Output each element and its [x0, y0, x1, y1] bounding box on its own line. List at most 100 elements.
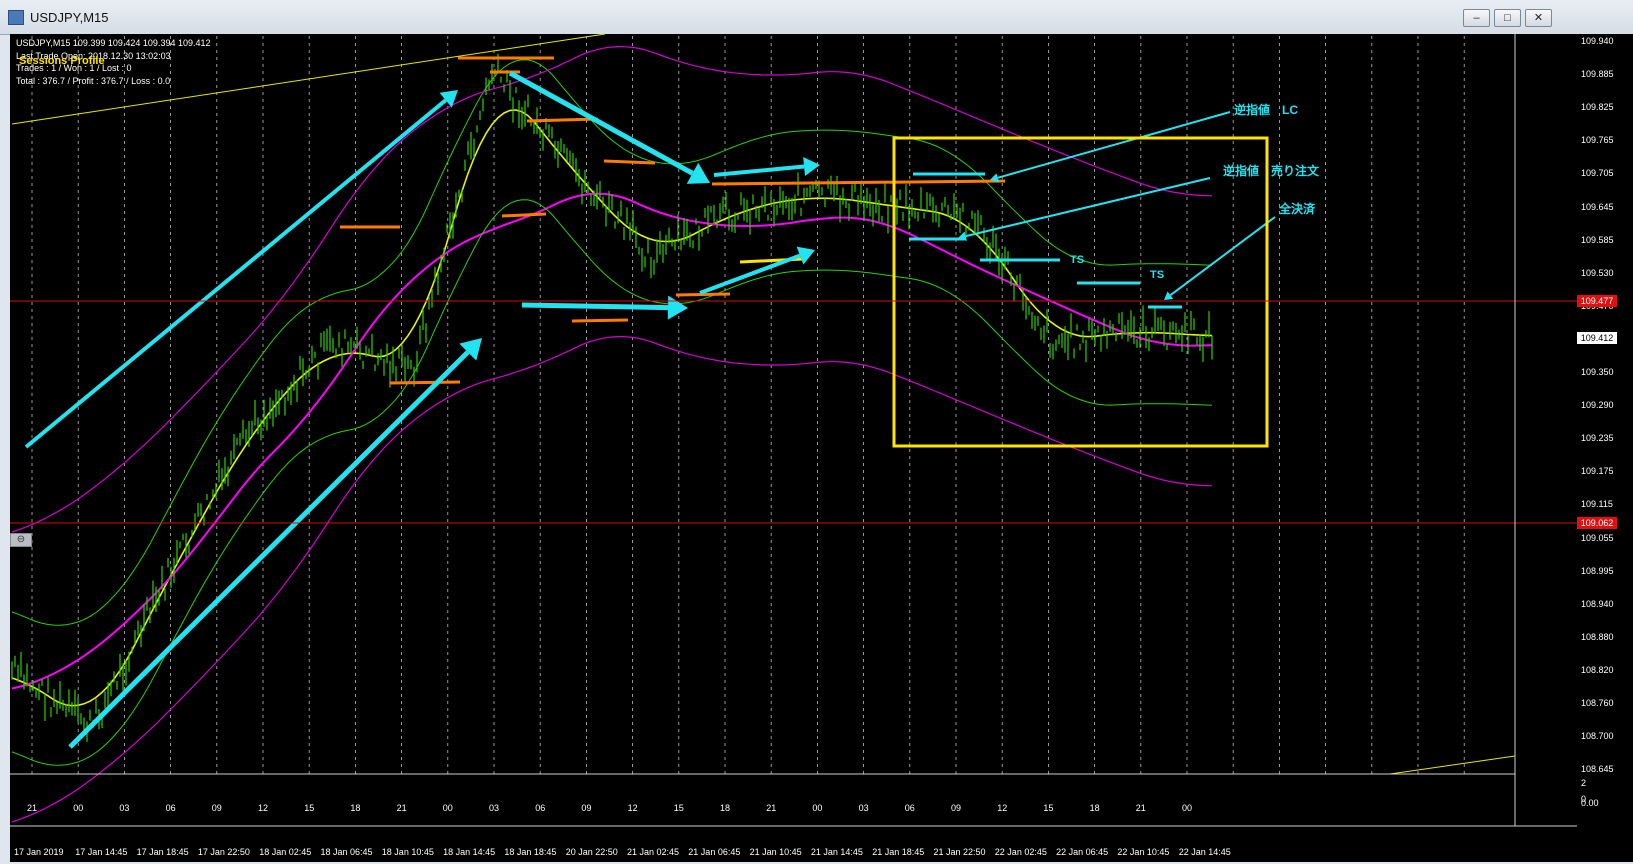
- level-line: [389, 380, 461, 385]
- date-tick-label: 22 Jan 06:45: [1056, 847, 1109, 857]
- time-tick-label: 12: [258, 803, 269, 813]
- trend-line-bottom: [1389, 755, 1516, 775]
- level-line: [711, 179, 1006, 186]
- arrow-shaft: [68, 350, 470, 749]
- price-chart[interactable]: [0, 0, 1633, 864]
- slow-moving-average: [11, 192, 1213, 690]
- chart-grid: [31, 36, 1465, 774]
- price-tick-label: 109.530: [1581, 267, 1614, 278]
- date-tick-label: 21 Jan 18:45: [872, 847, 925, 857]
- time-tick-label: 21: [1135, 803, 1146, 813]
- level-line: [571, 318, 629, 323]
- sessions-profile-label: Sessions Profile: [19, 55, 105, 67]
- price-tick-label: 108.760: [1581, 698, 1614, 708]
- terminal-window: USDJPY,M15 – □ ✕ USDJPY,M15 109.399 109.…: [0, 0, 1633, 864]
- date-tick-label: 22 Jan 10:45: [1117, 847, 1170, 857]
- price-tick-label: 109.175: [1581, 466, 1614, 477]
- price-tick-label: 109.115: [1581, 499, 1613, 510]
- time-tick-label: 18: [1089, 803, 1100, 813]
- time-tick-label: 00: [1182, 803, 1193, 813]
- arrow-shaft: [24, 98, 447, 449]
- level-line: [526, 117, 599, 123]
- price-tick-label: 109.055: [1581, 532, 1614, 543]
- time-tick-label: 18: [720, 803, 731, 813]
- upper-outer-band: [11, 45, 1212, 533]
- upper-inner-band: [11, 59, 1213, 626]
- date-tick-label: 18 Jan 14:45: [443, 847, 496, 857]
- arrow-shaft: [521, 302, 669, 311]
- date-tick-label: 21 Jan 02:45: [627, 847, 680, 857]
- time-tick-label: 21: [766, 803, 777, 813]
- date-tick-label: 17 Jan 14:45: [75, 847, 128, 857]
- date-tick-label: 22 Jan 02:45: [994, 847, 1047, 857]
- time-tick-label: 03: [489, 803, 500, 813]
- date-tick-label: 18 Jan 02:45: [259, 847, 312, 857]
- price-tick-label: 109.825: [1581, 102, 1614, 113]
- date-tick-label: 18 Jan 18:45: [504, 847, 557, 857]
- time-tick-label: 09: [951, 803, 962, 813]
- arrow-shaft: [713, 164, 805, 177]
- chart-header: USDJPY,M15 109.399 109.424 109.394 109.4…: [16, 38, 211, 48]
- date-tick-label: 17 Jan 22:50: [197, 847, 250, 857]
- date-tick-label: 18 Jan 10:45: [381, 847, 434, 857]
- collapse-icon[interactable]: ⊖: [10, 533, 32, 547]
- date-tick-label: 17 Jan 2019: [14, 847, 64, 857]
- annotation-arrows: [24, 70, 1276, 749]
- time-tick-label: 12: [627, 803, 638, 813]
- time-tick-label: 00: [73, 803, 84, 813]
- price-tick-label: 109.585: [1581, 234, 1614, 245]
- lower-line-badge: 109.062: [1577, 517, 1617, 529]
- time-tick-label: 03: [858, 803, 869, 813]
- level-line: [501, 212, 547, 218]
- annotation-lc: 逆指値 LC: [1234, 103, 1298, 117]
- lower-outer-band: [11, 335, 1212, 823]
- annotation-close-all: 全決済: [1279, 202, 1316, 216]
- indicator-lines: [11, 33, 1516, 823]
- level-lines: [340, 56, 1182, 385]
- price-tick-label: 109.350: [1581, 367, 1614, 377]
- indicator-scale-top: 2: [1581, 778, 1587, 788]
- time-tick-label: 15: [673, 803, 684, 813]
- arrow-shaft: [997, 111, 1231, 179]
- date-tick-label: 20 Jan 22:50: [565, 847, 618, 857]
- time-tick-label: 06: [535, 803, 546, 813]
- time-tick-label: 09: [211, 803, 222, 813]
- price-tick-label: 109.235: [1581, 433, 1614, 444]
- price-tick-label: 108.820: [1581, 664, 1614, 675]
- arrow-head: [667, 295, 688, 320]
- time-tick-label: 12: [997, 803, 1008, 813]
- level-line: [675, 292, 731, 297]
- time-tick-label: 03: [119, 803, 130, 813]
- level-line: [603, 159, 656, 165]
- price-tick-label: 109.705: [1581, 168, 1614, 179]
- price-tick-label: 108.940: [1581, 598, 1614, 609]
- time-tick-label: 21: [27, 803, 38, 813]
- price-tick-label: 109.765: [1581, 135, 1614, 146]
- time-tick-label: 06: [165, 803, 176, 813]
- price-tick-label: 109.645: [1581, 201, 1614, 212]
- indicator-scale-zero-decimal: 0.00: [1581, 798, 1599, 808]
- time-tick-label: 15: [1043, 803, 1054, 813]
- price-tick-label: 108.645: [1581, 764, 1614, 775]
- price-tick-label: 109.885: [1581, 69, 1614, 80]
- date-tick-label: 17 Jan 18:45: [136, 847, 189, 857]
- date-tick-label: 21 Jan 14:45: [810, 847, 863, 857]
- date-tick-label: 21 Jan 06:45: [688, 847, 741, 857]
- price-tick-label: 108.995: [1581, 565, 1614, 576]
- price-tick-label: 109.290: [1581, 400, 1614, 411]
- price-tick-label: 108.700: [1581, 731, 1614, 742]
- time-tick-label: 06: [904, 803, 915, 813]
- time-tick-label: 21: [396, 803, 407, 813]
- time-tick-label: 09: [581, 803, 592, 813]
- arrow-head: [803, 156, 820, 177]
- time-tick-label: 15: [304, 803, 315, 813]
- annotation-sell-order: 逆指値 売り注文: [1223, 164, 1320, 178]
- upper-line-badge: 109.477: [1577, 295, 1617, 307]
- date-tick-label: 21 Jan 22:50: [933, 847, 986, 857]
- price-tick-label: 109.940: [1581, 36, 1614, 46]
- time-tick-label: 00: [442, 803, 453, 813]
- time-tick-label: 18: [350, 803, 361, 813]
- time-tick-label: 00: [812, 803, 823, 813]
- arrow-shaft: [965, 177, 1211, 238]
- annotation-ts-2: TS: [1150, 269, 1165, 281]
